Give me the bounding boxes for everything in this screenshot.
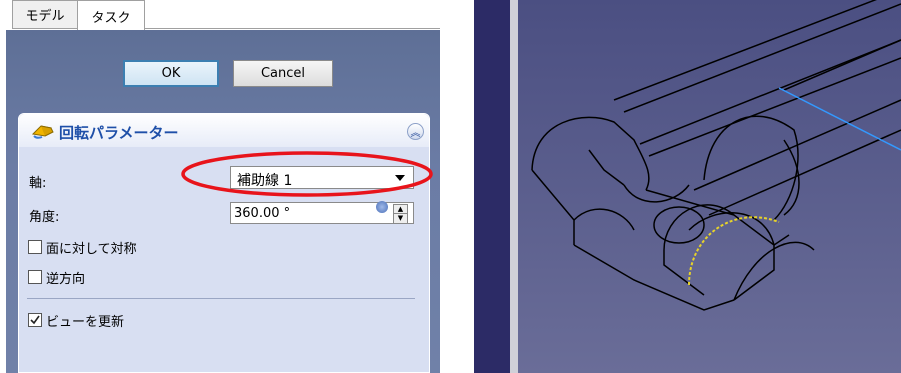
spin-down-icon[interactable]: ▼ — [393, 213, 408, 224]
model-view — [474, 0, 901, 373]
ok-button-label: OK — [161, 66, 181, 81]
cancel-button-label: Cancel — [260, 66, 306, 81]
symmetric-checkbox[interactable] — [28, 240, 42, 254]
3d-viewport[interactable] — [474, 0, 901, 373]
angle-value: 360.00 ° — [234, 206, 291, 221]
panel-title: 回転パラメーター — [59, 124, 179, 142]
reversed-checkbox[interactable] — [28, 270, 42, 284]
update-view-checkbox[interactable] — [28, 313, 42, 327]
collapse-icon[interactable]: ︽ — [407, 123, 424, 140]
cancel-button[interactable]: Cancel — [233, 60, 333, 87]
revolve-icon — [31, 122, 55, 144]
separator — [27, 298, 415, 299]
ok-button[interactable]: OK — [123, 60, 219, 87]
panel-header[interactable]: 回転パラメーター ︽ — [19, 114, 429, 147]
update-view-label: ビューを更新 — [46, 315, 125, 330]
angle-label: 角度: — [29, 210, 60, 225]
tab-model[interactable]: モデル — [12, 0, 78, 29]
tab-task-label: タスク — [91, 10, 131, 26]
tab-task[interactable]: タスク — [77, 0, 145, 31]
angle-spinbox[interactable]: 360.00 ° ▲ ▼ — [230, 201, 414, 224]
reversed-label: 逆方向 — [46, 272, 86, 287]
tab-model-label: モデル — [25, 9, 65, 24]
tab-bar-line — [145, 28, 440, 29]
expression-icon[interactable] — [376, 201, 388, 213]
axis-label: 軸: — [29, 176, 47, 191]
highlight-ellipse — [181, 151, 433, 197]
symmetric-label: 面に対して対称 — [46, 242, 137, 257]
